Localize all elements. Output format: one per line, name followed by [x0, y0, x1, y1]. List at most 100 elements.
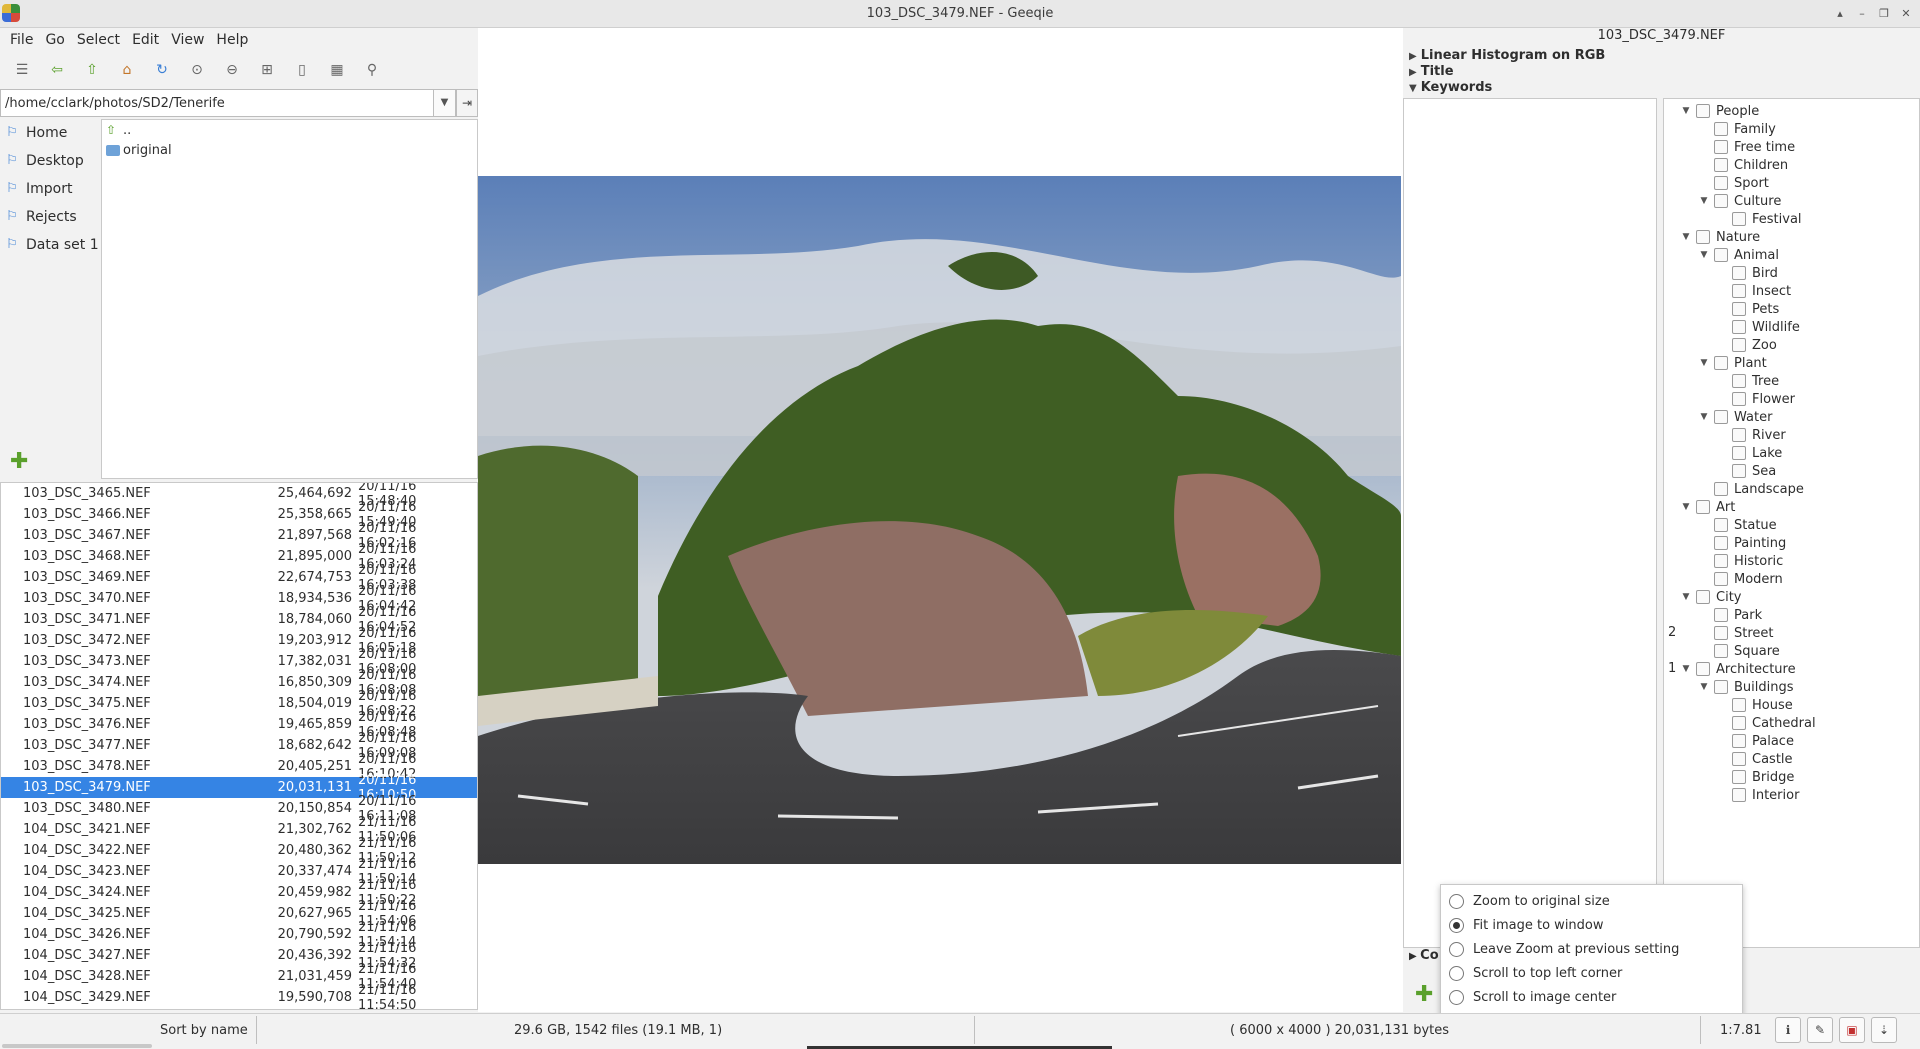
- zoom-option[interactable]: Scroll to top left corner: [1441, 961, 1742, 985]
- menu-view[interactable]: View: [169, 32, 214, 48]
- sort-button[interactable]: Sort by name: [160, 1014, 248, 1047]
- zoom-option[interactable]: Fit image to window: [1441, 913, 1742, 937]
- keyword-checkbox[interactable]: [1732, 302, 1746, 316]
- refresh-icon[interactable]: ↻: [150, 58, 174, 82]
- keyword-checkbox[interactable]: [1714, 122, 1728, 136]
- home-icon[interactable]: ⌂: [115, 58, 139, 82]
- expander-open-icon[interactable]: ▼: [1680, 232, 1692, 242]
- keyword-checkbox[interactable]: [1696, 230, 1710, 244]
- keyword-checkbox[interactable]: [1714, 158, 1728, 172]
- keyword-checkbox[interactable]: [1714, 626, 1728, 640]
- expander-open-icon[interactable]: ▼: [1698, 682, 1710, 692]
- keyword-checkbox[interactable]: [1714, 572, 1728, 586]
- image-view[interactable]: [478, 28, 1403, 1012]
- thumbnails-icon[interactable]: ▦: [325, 58, 349, 82]
- keyword-checkbox[interactable]: [1732, 446, 1746, 460]
- zoom-option[interactable]: Zoom to original size: [1441, 889, 1742, 913]
- keyword-checkbox[interactable]: [1732, 284, 1746, 298]
- keyword-checkbox[interactable]: [1732, 788, 1746, 802]
- path-go-icon[interactable]: ⇥: [456, 89, 478, 117]
- keyword-checkbox[interactable]: [1696, 590, 1710, 604]
- section-collapsed[interactable]: ▶ Co: [1409, 948, 1439, 963]
- keyword-checkbox[interactable]: [1714, 356, 1728, 370]
- bookmark-import[interactable]: ⚐ Import: [0, 175, 100, 203]
- keyword-checkbox[interactable]: [1714, 482, 1728, 496]
- keyword-checkbox[interactable]: [1714, 680, 1728, 694]
- section-keywords[interactable]: ▼ Keywords: [1409, 80, 1492, 95]
- write-metadata-icon[interactable]: ⇣: [1871, 1017, 1897, 1043]
- zoom-fit-icon[interactable]: ⊞: [255, 58, 279, 82]
- expander-open-icon[interactable]: ▼: [1680, 106, 1692, 116]
- file-row[interactable]: 104_DSC_3429.NEF 19,590,708 21/11/16 11:54…: [1, 983, 477, 1010]
- window-minimize-icon[interactable]: –: [1854, 6, 1870, 22]
- keyword-checkbox[interactable]: [1714, 176, 1728, 190]
- back-arrow-icon[interactable]: ⇦: [45, 58, 69, 82]
- keyword-checkbox[interactable]: [1714, 248, 1728, 262]
- expander-open-icon[interactable]: ▼: [1698, 196, 1710, 206]
- expander-open-icon[interactable]: ▼: [1680, 592, 1692, 602]
- expander-open-icon[interactable]: ▼: [1698, 358, 1710, 368]
- zoom-option[interactable]: Leave Zoom at previous setting: [1441, 937, 1742, 961]
- keyword-checkbox[interactable]: [1732, 374, 1746, 388]
- expander-open-icon[interactable]: ▼: [1680, 664, 1692, 674]
- radio-icon[interactable]: [1449, 893, 1464, 909]
- folder-item-original[interactable]: original: [102, 140, 477, 160]
- zoom-out-icon[interactable]: ⊖: [220, 58, 244, 82]
- zoom-1-1-icon[interactable]: ▯: [290, 58, 314, 82]
- add-bookmark-icon[interactable]: ✚: [10, 451, 32, 473]
- color-picker-icon[interactable]: ✎: [1807, 1017, 1833, 1043]
- path-dropdown-icon[interactable]: ▼: [434, 89, 456, 117]
- keyword-checkbox[interactable]: [1714, 608, 1728, 622]
- radio-icon[interactable]: [1449, 941, 1464, 957]
- keyword-checkbox[interactable]: [1732, 770, 1746, 784]
- zoom-in-icon[interactable]: ⊙: [185, 58, 209, 82]
- keyword-checkbox[interactable]: [1732, 392, 1746, 406]
- up-arrow-icon[interactable]: ⇧: [80, 58, 104, 82]
- keyword-checkbox[interactable]: [1714, 536, 1728, 550]
- keyword-checkbox[interactable]: [1696, 662, 1710, 676]
- radio-icon[interactable]: [1449, 989, 1464, 1005]
- keyword-checkbox[interactable]: [1714, 140, 1728, 154]
- keyword-checkbox[interactable]: [1732, 266, 1746, 280]
- keyword-checkbox[interactable]: [1732, 212, 1746, 226]
- expander-open-icon[interactable]: ▼: [1680, 502, 1692, 512]
- keyword-checkbox[interactable]: [1732, 320, 1746, 334]
- menu-help[interactable]: Help: [214, 32, 258, 48]
- keyword-checkbox[interactable]: [1732, 338, 1746, 352]
- menu-edit[interactable]: Edit: [130, 32, 169, 48]
- keyword-checkbox[interactable]: [1714, 518, 1728, 532]
- window-close-icon[interactable]: ✕: [1898, 6, 1914, 22]
- zoom-option[interactable]: Scroll to image center: [1441, 985, 1742, 1009]
- window-maximize-icon[interactable]: ❐: [1876, 6, 1892, 22]
- list-view-icon[interactable]: ☰: [10, 58, 34, 82]
- bookmark-desktop[interactable]: ⚐ Desktop: [0, 147, 100, 175]
- radio-icon[interactable]: [1449, 917, 1464, 933]
- bookmark-data-set-1[interactable]: ⚐ Data set 1: [0, 231, 100, 259]
- expander-open-icon[interactable]: ▼: [1698, 250, 1710, 260]
- keyword-checkbox[interactable]: [1732, 734, 1746, 748]
- menu-go[interactable]: Go: [43, 32, 74, 48]
- keyword-checkbox[interactable]: [1714, 194, 1728, 208]
- menu-select[interactable]: Select: [75, 32, 130, 48]
- keyword-checkbox[interactable]: [1732, 464, 1746, 478]
- path-input[interactable]: [0, 89, 434, 117]
- keyword-checkbox[interactable]: [1732, 752, 1746, 766]
- keyword-checkbox[interactable]: [1732, 716, 1746, 730]
- keyword-checkbox[interactable]: [1732, 428, 1746, 442]
- info-icon[interactable]: ℹ: [1775, 1017, 1801, 1043]
- keyword-row[interactable]: Interior: [1716, 784, 1799, 806]
- bookmark-rejects[interactable]: ⚐ Rejects: [0, 203, 100, 231]
- add-pane-icon[interactable]: ✚: [1415, 982, 1433, 1007]
- pin-icon[interactable]: ⚲: [360, 58, 384, 82]
- expander-open-icon[interactable]: ▼: [1698, 412, 1710, 422]
- keywords-text-area[interactable]: [1403, 98, 1657, 948]
- bookmark-home[interactable]: ⚐ Home: [0, 119, 100, 147]
- keyword-checkbox[interactable]: [1714, 410, 1728, 424]
- menu-file[interactable]: File: [8, 32, 43, 48]
- keyword-checkbox[interactable]: [1714, 554, 1728, 568]
- keyword-checkbox[interactable]: [1696, 104, 1710, 118]
- keyword-checkbox[interactable]: [1732, 698, 1746, 712]
- section-title[interactable]: ▶ Title: [1409, 64, 1454, 79]
- window-shade-icon[interactable]: ▴: [1832, 6, 1848, 22]
- section-histogram[interactable]: ▶ Linear Histogram on RGB: [1409, 48, 1605, 63]
